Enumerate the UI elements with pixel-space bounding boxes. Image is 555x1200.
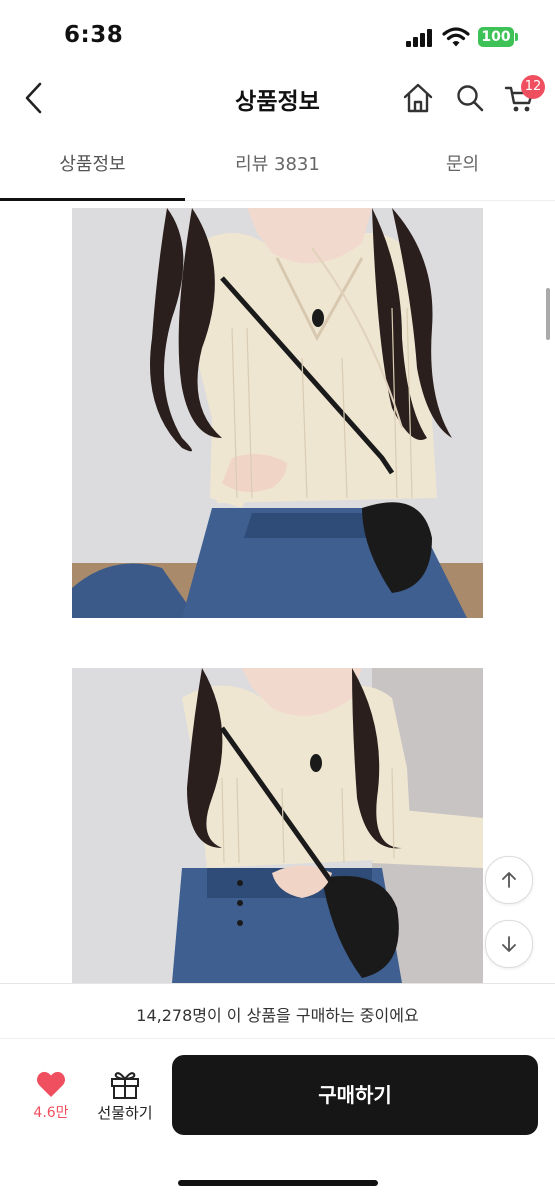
wifi-icon [442,26,470,48]
tab-reviews[interactable]: 리뷰 3831 [185,150,370,176]
battery-tip [515,33,518,41]
purchase-notice: 14,278명이 이 상품을 구매하는 중이에요 [136,1006,419,1025]
search-button[interactable] [455,83,485,113]
home-indicator[interactable] [178,1180,378,1186]
cart-count-badge: 12 [521,75,545,99]
home-button[interactable] [402,82,434,114]
gift-button[interactable] [109,1069,141,1099]
gift-label[interactable]: 선물하기 [88,1102,162,1123]
scroll-top-button[interactable] [485,856,533,904]
search-icon [457,85,484,112]
scrollbar[interactable] [546,288,550,340]
like-count: 4.6만 [33,1105,69,1121]
signal-icon [406,29,436,47]
bottom-divider [0,1038,555,1039]
home-icon [403,83,433,113]
tab-product-info[interactable]: 상품정보 [0,150,185,176]
battery-indicator: 100 [478,27,514,47]
arrow-down-icon [502,936,516,952]
buy-button[interactable]: 구매하기 [172,1055,538,1135]
gift-icon [111,1072,139,1099]
status-time: 6:38 [64,22,124,48]
scroll-bottom-button[interactable] [485,920,533,968]
product-image-1 [72,208,483,618]
tab-inquiry[interactable]: 문의 [370,150,555,176]
active-tab-indicator [0,198,185,201]
heart-icon [36,1071,66,1097]
product-image-2 [72,668,483,983]
arrow-up-icon [502,872,516,888]
like-button[interactable] [36,1070,66,1098]
